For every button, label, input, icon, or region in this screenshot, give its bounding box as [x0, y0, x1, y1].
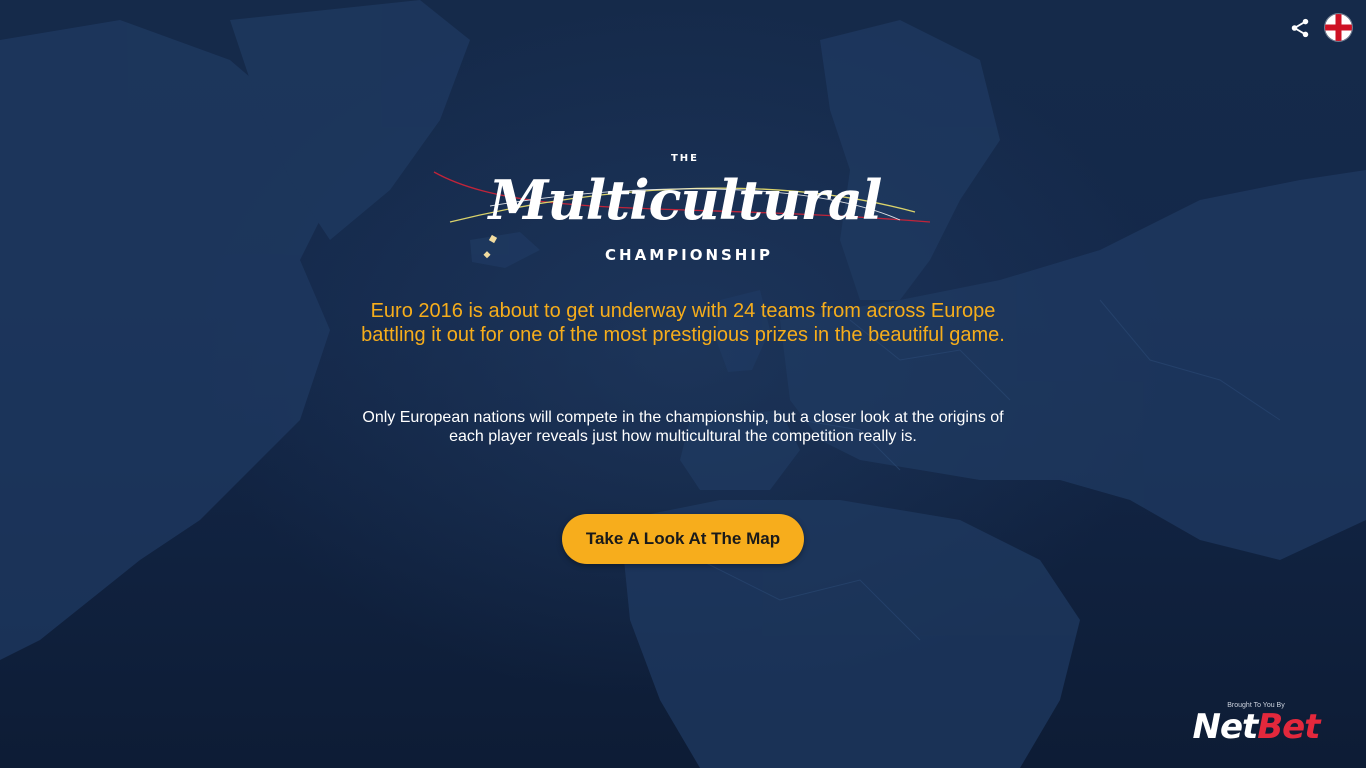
netbet-brand[interactable]: Brought To You By NetBet [1176, 701, 1336, 744]
top-controls [1289, 14, 1352, 41]
share-icon[interactable] [1289, 17, 1311, 39]
logo-the-text: THE [670, 153, 700, 164]
world-map-landmass [0, 0, 1366, 768]
netbet-logo-bet: Bet [1257, 707, 1320, 747]
intro-sub-text: Only European nations will compete in th… [362, 409, 1004, 445]
take-a-look-at-the-map-button[interactable]: Take A Look At The Map [562, 514, 804, 564]
world-map-background [0, 0, 1366, 768]
netbet-logo-net: Net [1192, 707, 1258, 747]
netbet-logo: NetBet [1176, 710, 1336, 744]
england-flag-icon[interactable] [1325, 14, 1352, 41]
logo-script-title: Multicultural [488, 168, 883, 232]
intro-lead-text: Euro 2016 is about to get underway with … [361, 300, 1005, 346]
logo-championship-text: CHAMPIONSHIP [605, 246, 773, 264]
multicultural-championship-logo: THE Multicultural CHAMPIONSHIP [430, 150, 940, 270]
